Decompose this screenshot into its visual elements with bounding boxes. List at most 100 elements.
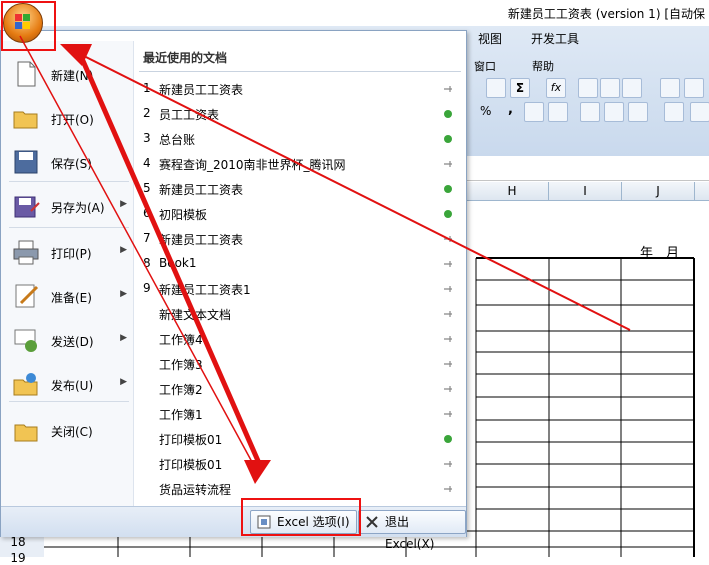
exit-excel-button[interactable]: 退出 Excel(X) (358, 510, 466, 551)
pin-icon[interactable] (443, 283, 453, 293)
pin-icon[interactable] (443, 458, 453, 468)
recent-document-item[interactable]: 工作簿2 (143, 377, 461, 399)
hyperlink-icon[interactable] (486, 78, 506, 98)
fill-color-icon[interactable] (690, 102, 709, 122)
sum-icon[interactable]: Σ (510, 78, 530, 98)
pinned-icon[interactable] (443, 108, 453, 118)
recent-document-name: 新建员工工资表1 (159, 283, 251, 297)
menu-item-label: 关闭(C) (51, 425, 93, 439)
recent-document-name: 打印模板01 (159, 433, 223, 447)
pin-icon[interactable] (443, 258, 453, 268)
recent-document-item[interactable]: 打印模板01 (143, 452, 461, 474)
pin-icon[interactable] (443, 483, 453, 493)
recent-documents-title: 最近使用的文档 (143, 51, 228, 65)
chart-icon[interactable] (660, 78, 680, 98)
increase-indent-icon[interactable] (604, 102, 624, 122)
divider (9, 181, 129, 182)
recent-document-item[interactable]: 2 员工工资表 (143, 102, 461, 124)
recent-document-item[interactable]: 货品运转流程 (143, 477, 461, 499)
recent-documents: 最近使用的文档 1 新建员工工资表 2 员工工资表 3 总台账 4 赛程查询_2010南非世界… (137, 41, 465, 506)
recent-document-name: 货品运转流程 (159, 483, 232, 497)
filter-icon[interactable] (622, 78, 642, 98)
recent-document-item[interactable]: 9 新建员工工资表1 (143, 277, 461, 299)
menu-item-5[interactable]: 准备(E) ▶ (7, 277, 129, 315)
menu-item-label: 打开(O) (51, 113, 94, 127)
function-icon[interactable]: fx (546, 78, 566, 98)
recent-document-item[interactable]: 工作簿4 (143, 327, 461, 349)
wrap-icon[interactable] (628, 102, 648, 122)
row-header-18[interactable]: 18 (0, 535, 36, 549)
pinned-icon[interactable] (443, 208, 453, 218)
office-menu: 新建(N) 打开(O) 保存(S) 另存为(A) ▶ 打印(P) ▶ 准备(E) ▶ 发送(D) ▶… (0, 30, 467, 551)
recent-document-item[interactable]: 1 新建员工工资表 (143, 77, 461, 99)
pin-icon[interactable] (443, 233, 453, 243)
submenu-arrow-icon: ▶ (120, 333, 127, 343)
menu-item-label: 准备(E) (51, 291, 92, 305)
recent-document-name: 工作簿1 (159, 408, 203, 422)
recent-document-name: 新建员工工资表 (159, 233, 244, 247)
menu-item-1[interactable]: 打开(O) (7, 99, 129, 137)
recent-document-item[interactable]: 3 总台账 (143, 127, 461, 149)
percent-button[interactable]: % (480, 104, 491, 118)
column-headers: H I J (462, 182, 709, 201)
recent-document-item[interactable]: 新建文本文档 (143, 302, 461, 324)
menu-item-7[interactable]: 发布(U) ▶ (7, 365, 129, 403)
recent-document-item[interactable]: 工作簿1 (143, 402, 461, 424)
column-header-j[interactable]: J (622, 182, 695, 200)
pinned-icon[interactable] (443, 183, 453, 193)
pin-icon[interactable] (443, 333, 453, 343)
recent-document-item[interactable]: 5 新建员工工资表 (143, 177, 461, 199)
close-folder-icon (11, 415, 41, 445)
tab-view[interactable]: 视图 (478, 30, 502, 47)
decrease-indent-icon[interactable] (580, 102, 600, 122)
pin-icon[interactable] (443, 158, 453, 168)
pin-icon[interactable] (443, 383, 453, 393)
menu-item-label: 打印(P) (51, 247, 92, 261)
drawing-icon[interactable] (684, 78, 704, 98)
save-as-icon (11, 191, 41, 221)
pin-icon[interactable] (443, 408, 453, 418)
new-file-icon (11, 59, 41, 89)
recent-document-item[interactable]: 打印模板01 (143, 427, 461, 449)
recent-document-item[interactable]: 8 Book1 (143, 252, 461, 274)
column-header-i[interactable]: I (549, 182, 622, 200)
menu-footer: Excel 选项(I) 退出 Excel(X) (1, 506, 466, 551)
sort-asc-icon[interactable] (578, 78, 598, 98)
recent-document-item[interactable]: 工作簿3 (143, 352, 461, 374)
recent-document-item[interactable]: 7 新建员工工资表 (143, 227, 461, 249)
decrease-decimal-icon[interactable] (548, 102, 568, 122)
menu-item-0[interactable]: 新建(N) (7, 55, 129, 93)
recent-document-item[interactable]: 6 初阳模板 (143, 202, 461, 224)
menu-item-label: 保存(S) (51, 157, 92, 171)
pinned-icon[interactable] (443, 433, 453, 443)
recent-document-item[interactable]: 4 赛程查询_2010南非世界杯_腾讯网 (143, 152, 461, 174)
menu-item-8[interactable]: 关闭(C) (7, 411, 129, 449)
row-header-19[interactable]: 19 (0, 551, 36, 565)
recent-document-number: 6 (143, 206, 151, 220)
column-header-h[interactable]: H (476, 182, 549, 200)
border-icon[interactable] (664, 102, 684, 122)
menu-help[interactable]: 帮助 (532, 58, 554, 74)
pin-icon[interactable] (443, 308, 453, 318)
save-disk-icon (11, 147, 41, 177)
pinned-icon[interactable] (443, 133, 453, 143)
sort-desc-icon[interactable] (600, 78, 620, 98)
menu-item-6[interactable]: 发送(D) ▶ (7, 321, 129, 359)
increase-decimal-icon[interactable] (524, 102, 544, 122)
recent-document-number: 9 (143, 281, 151, 295)
tab-developer[interactable]: 开发工具 (531, 30, 579, 47)
recent-document-number: 7 (143, 231, 151, 245)
submenu-arrow-icon: ▶ (120, 199, 127, 209)
menu-item-4[interactable]: 打印(P) ▶ (7, 233, 129, 271)
recent-document-name: 新建文本文档 (159, 308, 232, 322)
pin-icon[interactable] (443, 358, 453, 368)
divider (9, 227, 129, 228)
pin-icon[interactable] (443, 83, 453, 93)
menu-item-3[interactable]: 另存为(A) ▶ (7, 187, 129, 225)
recent-document-name: 打印模板01 (159, 458, 223, 472)
menu-window[interactable]: 窗口 (474, 58, 496, 74)
recent-document-number: 1 (143, 81, 151, 95)
menu-item-2[interactable]: 保存(S) (7, 143, 129, 181)
comma-button[interactable]: , (508, 102, 513, 117)
menu-item-label: 发送(D) (51, 335, 94, 349)
